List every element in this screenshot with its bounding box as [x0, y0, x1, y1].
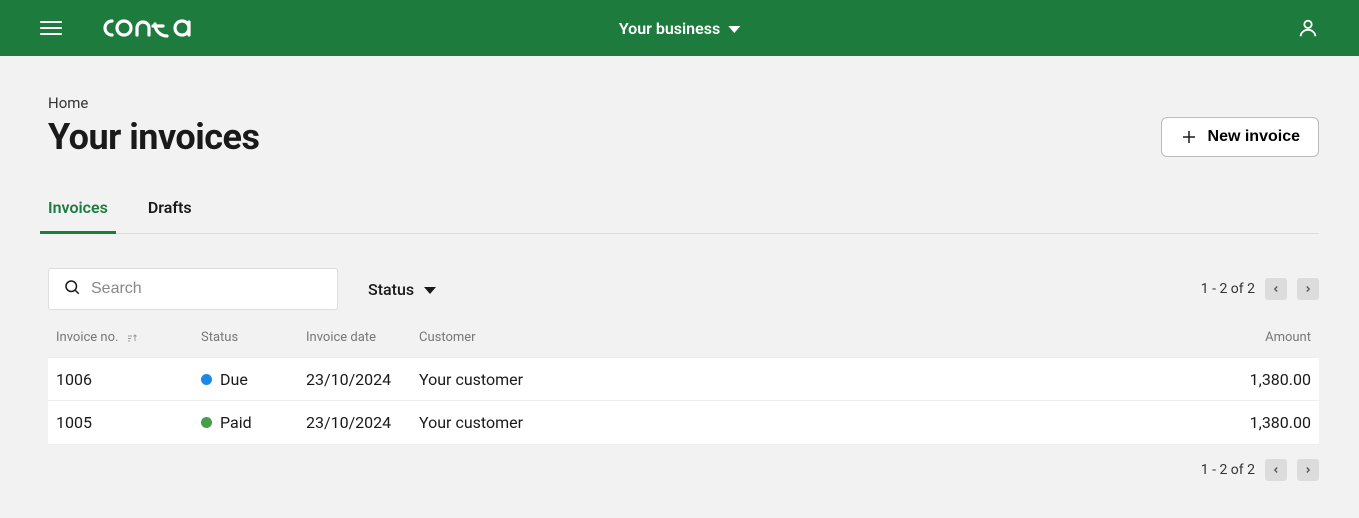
new-invoice-button[interactable]: New invoice — [1161, 117, 1319, 157]
th-status[interactable]: Status — [201, 330, 306, 345]
td-customer: Your customer — [419, 370, 1111, 389]
page-title: Your invoices — [48, 116, 259, 158]
status-filter[interactable]: Status — [368, 280, 436, 299]
breadcrumb[interactable]: Home — [48, 76, 1319, 112]
menu-icon[interactable] — [40, 17, 62, 39]
pager-text: 1 - 2 of 2 — [1201, 281, 1255, 297]
td-invoice-no: 1006 — [56, 370, 201, 389]
table-header: Invoice no. Status Invoice date Customer… — [48, 330, 1319, 357]
status-label: Paid — [220, 413, 252, 432]
table-row[interactable]: 1005 Paid 23/10/2024Your customer1,380.00 — [48, 401, 1319, 445]
search-box[interactable] — [48, 268, 338, 310]
tab-invoices[interactable]: Invoices — [40, 198, 116, 233]
plus-icon — [1180, 128, 1198, 146]
td-invoice-date: 23/10/2024 — [306, 370, 419, 389]
search-input[interactable] — [91, 280, 323, 298]
pager-prev-button[interactable] — [1265, 459, 1287, 481]
tab-drafts[interactable]: Drafts — [140, 198, 200, 233]
pager-bottom: 1 - 2 of 2 — [48, 459, 1319, 481]
status-dot-icon — [201, 417, 212, 428]
new-invoice-label: New invoice — [1208, 128, 1300, 146]
app-logo[interactable] — [102, 15, 198, 41]
td-invoice-date: 23/10/2024 — [306, 413, 419, 432]
td-customer: Your customer — [419, 413, 1111, 432]
business-label: Your business — [619, 19, 720, 38]
business-selector[interactable]: Your business — [619, 19, 740, 38]
sort-icon — [126, 332, 138, 344]
th-invoice-no[interactable]: Invoice no. — [56, 330, 201, 345]
td-status: Paid — [201, 413, 306, 432]
chevron-down-icon — [424, 287, 436, 294]
status-dot-icon — [201, 374, 212, 385]
invoices-table: Invoice no. Status Invoice date Customer… — [48, 330, 1319, 445]
status-filter-label: Status — [368, 280, 414, 299]
td-amount: 1,380.00 — [1111, 413, 1311, 432]
toolbar: Status 1 - 2 of 2 — [48, 268, 1319, 310]
main-content: Home Your invoices New invoice Invoices … — [0, 56, 1359, 481]
th-amount[interactable]: Amount — [1111, 330, 1311, 345]
th-invoice-date[interactable]: Invoice date — [306, 330, 419, 345]
th-invoice-no-label: Invoice no. — [56, 330, 118, 345]
pager-next-button[interactable] — [1297, 278, 1319, 300]
status-label: Due — [220, 370, 248, 389]
tabs: Invoices Drafts — [40, 198, 1319, 234]
td-invoice-no: 1005 — [56, 413, 201, 432]
pager-top: 1 - 2 of 2 — [1201, 278, 1319, 300]
table-row[interactable]: 1006 Due 23/10/2024Your customer1,380.00 — [48, 357, 1319, 401]
pager-text: 1 - 2 of 2 — [1201, 462, 1255, 478]
td-status: Due — [201, 370, 306, 389]
td-amount: 1,380.00 — [1111, 370, 1311, 389]
user-icon[interactable] — [1297, 17, 1319, 39]
pager-next-button[interactable] — [1297, 459, 1319, 481]
th-customer[interactable]: Customer — [419, 330, 1111, 345]
search-icon — [63, 278, 81, 300]
title-row: Your invoices New invoice — [48, 116, 1319, 158]
pager-prev-button[interactable] — [1265, 278, 1287, 300]
chevron-down-icon — [728, 26, 740, 33]
app-header: Your business — [0, 0, 1359, 56]
